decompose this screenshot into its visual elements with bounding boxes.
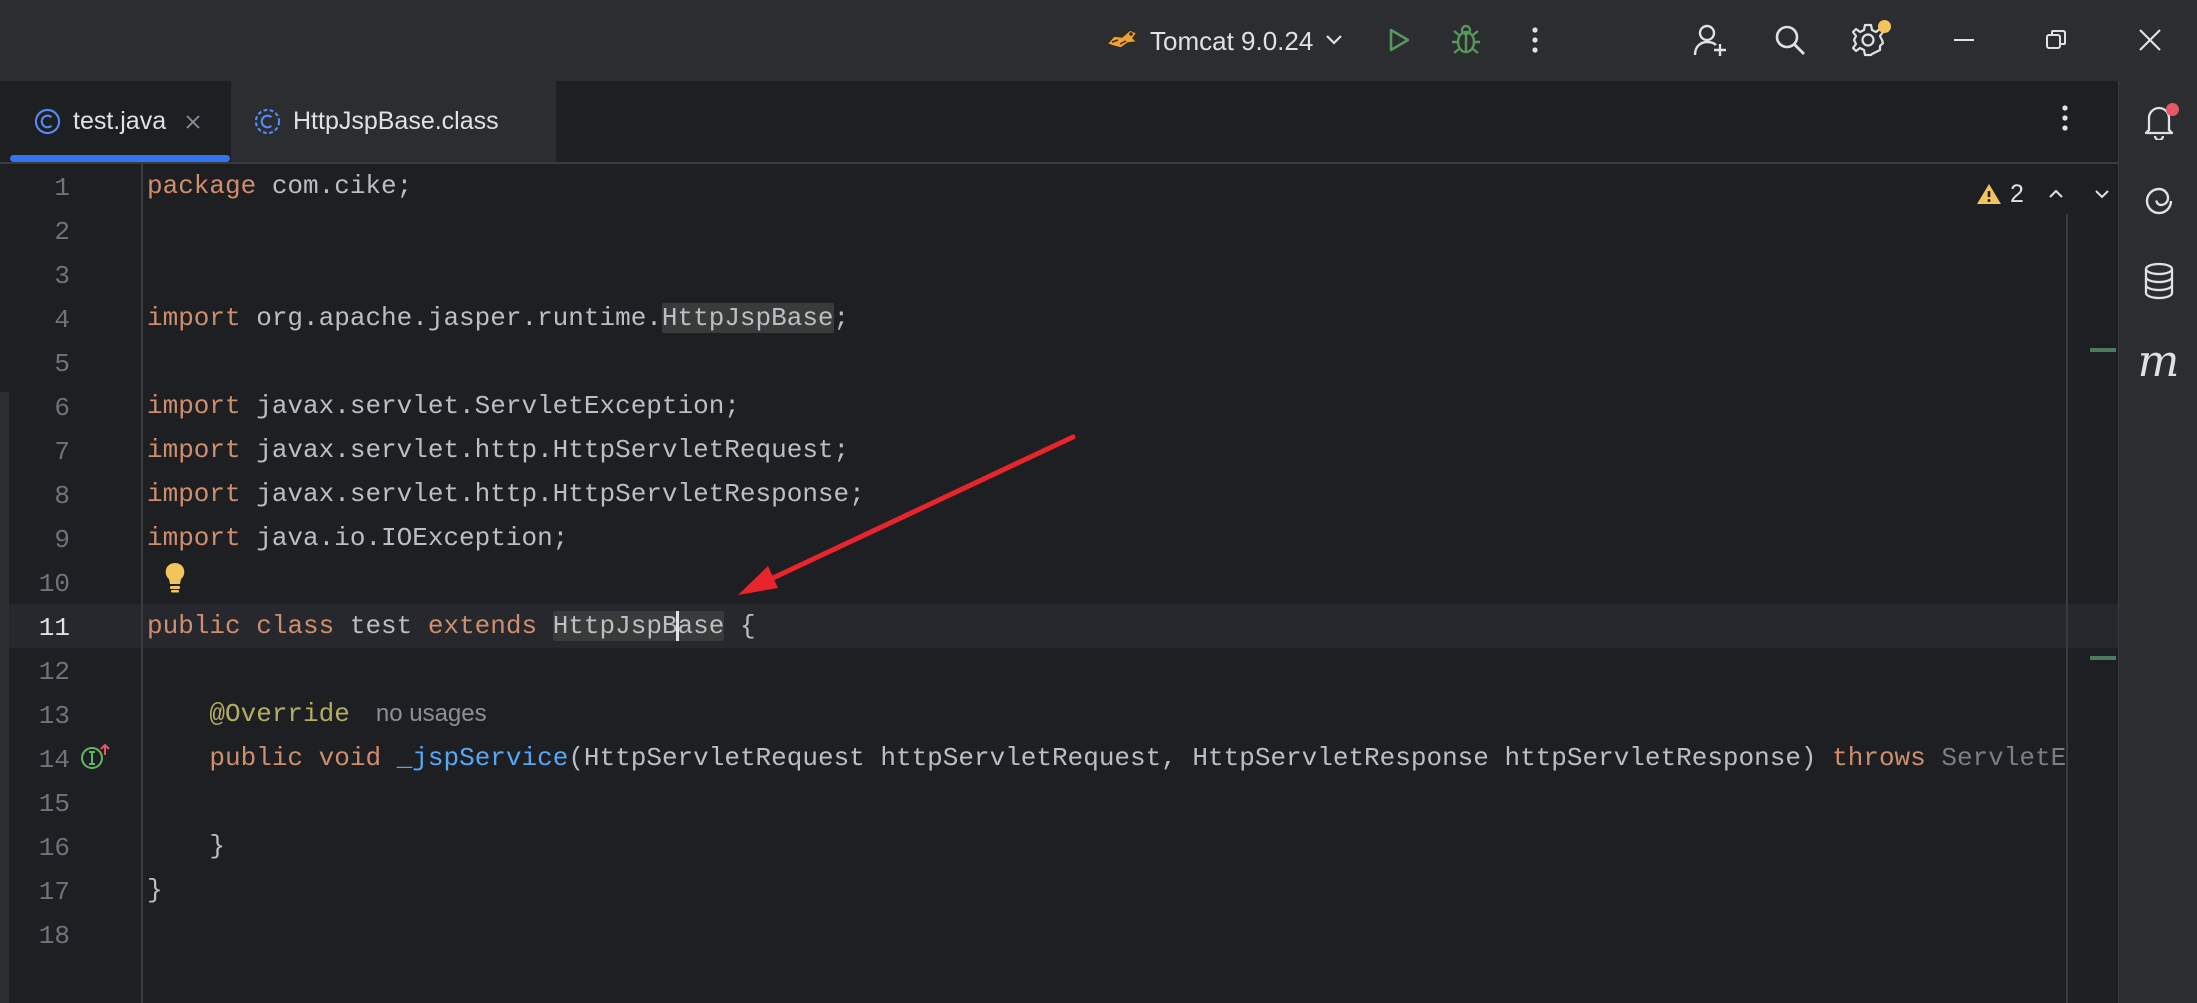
line-number: 8 [54, 481, 70, 511]
code-line-6: import javax.servlet.ServletException; [147, 391, 740, 421]
restore-icon [2046, 30, 2066, 49]
intention-bulb-icon[interactable] [162, 560, 188, 599]
right-tool-window-bar: m [2118, 81, 2197, 1003]
database-button[interactable] [2119, 251, 2197, 311]
maven-icon: m [2137, 335, 2180, 387]
add-user-icon [1693, 24, 1726, 56]
line-number: 9 [54, 525, 70, 555]
chevron-down-icon [1323, 28, 1345, 55]
implements-method-icon[interactable] [80, 742, 112, 777]
ai-assistant-button[interactable] [2119, 171, 2197, 231]
line-number: 15 [38, 789, 70, 819]
gutter-separator [141, 164, 143, 1003]
tomcat-icon [1104, 24, 1140, 59]
inspection-count: 2 [2010, 179, 2024, 208]
run-button[interactable] [1378, 10, 1418, 70]
code-with-me-button[interactable] [1690, 10, 1730, 70]
code-line-14: public void _jspService(HttpServletReque… [209, 743, 2067, 773]
line-number: 3 [54, 261, 70, 291]
usage-highlight: HttpJspBase [552, 611, 725, 642]
line-number: 14 [38, 745, 70, 775]
minimize-window-button[interactable] [1944, 10, 1984, 70]
debug-icon [1452, 24, 1480, 54]
tab-httpjspbase-class[interactable]: HttpJspBase.class [231, 81, 556, 162]
change-marker [2090, 656, 2116, 660]
code-line-9: import java.io.IOException; [147, 523, 569, 553]
tab-label: test.java [73, 107, 167, 135]
ai-assistant-icon [2145, 187, 2172, 215]
line-number: 1 [54, 173, 70, 203]
close-icon [2139, 29, 2161, 51]
line-number: 16 [38, 833, 70, 863]
line-number: 18 [38, 921, 70, 951]
line-number: 13 [38, 701, 70, 731]
scrollbar-track[interactable] [2066, 214, 2068, 1003]
code-line-17: } [147, 875, 163, 905]
active-tab-indicator [10, 155, 230, 162]
minimize-icon [1954, 39, 1974, 41]
usage-highlight: HttpJspBase [661, 303, 834, 333]
warning-icon [1977, 184, 2001, 204]
code-line-13: @Override no usages [209, 699, 487, 729]
line-number: 6 [54, 393, 70, 423]
code-line-8: import javax.servlet.http.HttpServletRes… [147, 479, 865, 509]
debug-button[interactable] [1446, 10, 1486, 70]
run-icon [1389, 28, 1410, 52]
notifications-button[interactable] [2119, 91, 2197, 151]
chevron-down-icon[interactable] [2092, 184, 2112, 204]
tab-options-button[interactable] [2060, 103, 2070, 138]
line-number: 7 [54, 437, 70, 467]
search-button[interactable] [1770, 10, 1810, 70]
line-number: 2 [54, 217, 70, 247]
tab-label: HttpJspBase.class [293, 107, 499, 135]
search-icon [1775, 25, 1805, 55]
line-number: 4 [54, 305, 70, 335]
line-number: 17 [38, 877, 70, 907]
line-number: 5 [54, 349, 70, 379]
notification-badge [2166, 103, 2179, 116]
change-marker [2090, 348, 2116, 352]
chevron-up-icon[interactable] [2046, 184, 2066, 204]
code-line-7: import javax.servlet.http.HttpServletReq… [147, 435, 850, 465]
more-vertical-icon [1532, 27, 1538, 53]
java-class-icon [34, 108, 61, 135]
line-number: 10 [38, 569, 70, 599]
code-line-16: } [147, 831, 226, 861]
editor-tab-bar: test.java HttpJspBase.class [0, 81, 2118, 164]
compiled-class-icon [254, 108, 281, 135]
close-window-button[interactable] [2130, 10, 2170, 70]
usages-inlay-hint[interactable]: no usages [376, 700, 487, 727]
settings-button[interactable] [1848, 10, 1891, 70]
line-number: 11 [38, 613, 70, 643]
close-tab-icon[interactable] [184, 113, 202, 131]
code-line-1: package com.cike; [147, 171, 413, 201]
tab-test-java[interactable]: test.java [0, 81, 230, 162]
title-bar: Tomcat 9.0.24 [0, 0, 2197, 81]
code-line-11: public class test extends HttpJspBase { [147, 611, 756, 642]
annotation-arrow [738, 434, 1076, 595]
line-number: 12 [38, 657, 70, 687]
code-line-4: import org.apache.jasper.runtime.HttpJsp… [147, 303, 850, 333]
run-configuration-label: Tomcat 9.0.24 [1150, 25, 1314, 56]
more-actions-button[interactable] [1518, 10, 1552, 70]
code-editor[interactable]: 2 1 2 3 4 5 6 7 8 9 10 11 12 13 14 15 16… [0, 164, 2118, 1003]
inspection-widget[interactable]: 2 [1976, 174, 2112, 214]
restore-window-button[interactable] [2036, 10, 2076, 70]
run-configuration-selector[interactable]: Tomcat 9.0.24 [1104, 14, 1354, 68]
more-vertical-icon [2062, 105, 2068, 131]
editor-left-edge [0, 392, 9, 1003]
maven-button[interactable]: m [2119, 331, 2197, 391]
settings-update-badge [1878, 20, 1891, 33]
database-icon [2144, 262, 2173, 300]
